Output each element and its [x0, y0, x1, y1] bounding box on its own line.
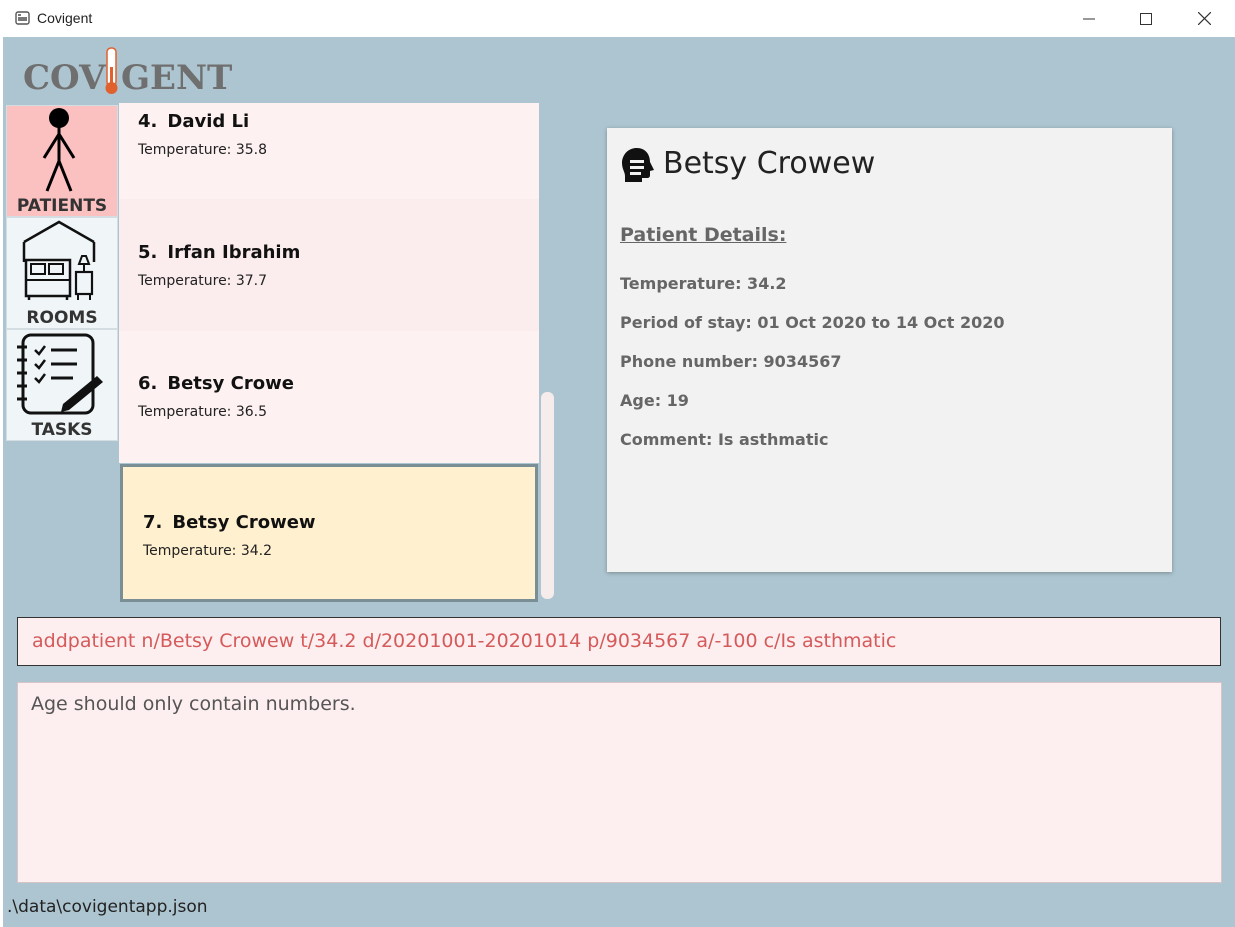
maximize-icon: [1140, 12, 1152, 25]
patient-head-icon: [622, 148, 654, 182]
logo-text-left: COV: [23, 58, 106, 97]
nav-rooms-label: ROOMS: [26, 308, 98, 328]
patient-temperature: Temperature: 35.8: [138, 142, 268, 158]
patient-detail-panel: Betsy Crowew Patient Details: Temperatur…: [607, 128, 1172, 572]
patient-list[interactable]: 4. David Li Temperature: 35.8 5. Irfan Ibr…: [119, 103, 539, 602]
bedroom-icon: [22, 220, 96, 300]
patient-card[interactable]: 6. Betsy Crowe Temperature: 36.5: [119, 331, 539, 463]
covigent-logo: COV GENT: [23, 47, 243, 101]
detail-age: Age: 19: [620, 391, 689, 410]
thermometer-icon: [105, 47, 118, 94]
close-button[interactable]: [1175, 0, 1233, 37]
nav-rooms-button[interactable]: ROOMS: [6, 217, 118, 329]
patient-temperature: Temperature: 34.2: [143, 543, 273, 559]
patient-temperature: Temperature: 36.5: [138, 404, 268, 420]
patient-index: 4.: [138, 111, 158, 132]
nav-tasks-button[interactable]: TASKS: [6, 329, 118, 441]
person-icon: [42, 108, 76, 192]
patient-temperature: Temperature: 37.7: [138, 273, 268, 289]
result-display: Age should only contain numbers.: [17, 682, 1222, 883]
close-icon: [1197, 12, 1211, 25]
patient-card[interactable]: 4. David Li Temperature: 35.8: [119, 103, 539, 199]
patient-index: 6.: [138, 373, 158, 394]
window-title: Covigent: [37, 10, 93, 26]
detail-comment: Comment: Is asthmatic: [620, 430, 829, 449]
nav-tasks-label: TASKS: [31, 420, 93, 440]
checklist-icon: [17, 333, 103, 415]
patient-name: Betsy Crowe: [167, 373, 294, 394]
detail-period-of-stay: Period of stay: 01 Oct 2020 to 14 Oct 20…: [620, 313, 1005, 332]
minimize-icon: [1083, 18, 1095, 19]
detail-temperature: Temperature: 34.2: [620, 274, 787, 293]
title-bar: Covigent: [0, 0, 1235, 37]
result-message: Age should only contain numbers.: [31, 693, 356, 715]
patient-index: 7.: [143, 512, 163, 533]
app-icon: [15, 11, 30, 25]
patient-name: Betsy Crowew: [172, 512, 316, 533]
app-body: COV GENT PATIENTS ROOMS TASKS 4. David L…: [3, 37, 1235, 927]
command-input[interactable]: addpatient n/Betsy Crowew t/34.2 d/20201…: [17, 617, 1221, 666]
minimize-button[interactable]: [1060, 0, 1118, 37]
patient-index: 5.: [138, 242, 158, 263]
patient-card[interactable]: 5. Irfan Ibrahim Temperature: 37.7: [119, 199, 539, 331]
patient-details-heading: Patient Details:: [620, 224, 787, 246]
patient-card-selected[interactable]: 7. Betsy Crowew Temperature: 34.2: [120, 464, 538, 602]
detail-patient-name: Betsy Crowew: [663, 146, 876, 181]
nav-patients-label: PATIENTS: [16, 196, 108, 216]
patient-name: Irfan Ibrahim: [167, 242, 301, 263]
status-bar-path: .\data\covigentapp.json: [7, 897, 208, 917]
list-scrollbar[interactable]: [541, 392, 554, 599]
nav-patients-button[interactable]: PATIENTS: [6, 105, 118, 217]
maximize-button[interactable]: [1117, 0, 1175, 37]
command-text: addpatient n/Betsy Crowew t/34.2 d/20201…: [32, 630, 897, 652]
detail-phone-number: Phone number: 9034567: [620, 352, 842, 371]
logo-text-right: GENT: [121, 58, 232, 97]
patient-name: David Li: [167, 111, 250, 132]
